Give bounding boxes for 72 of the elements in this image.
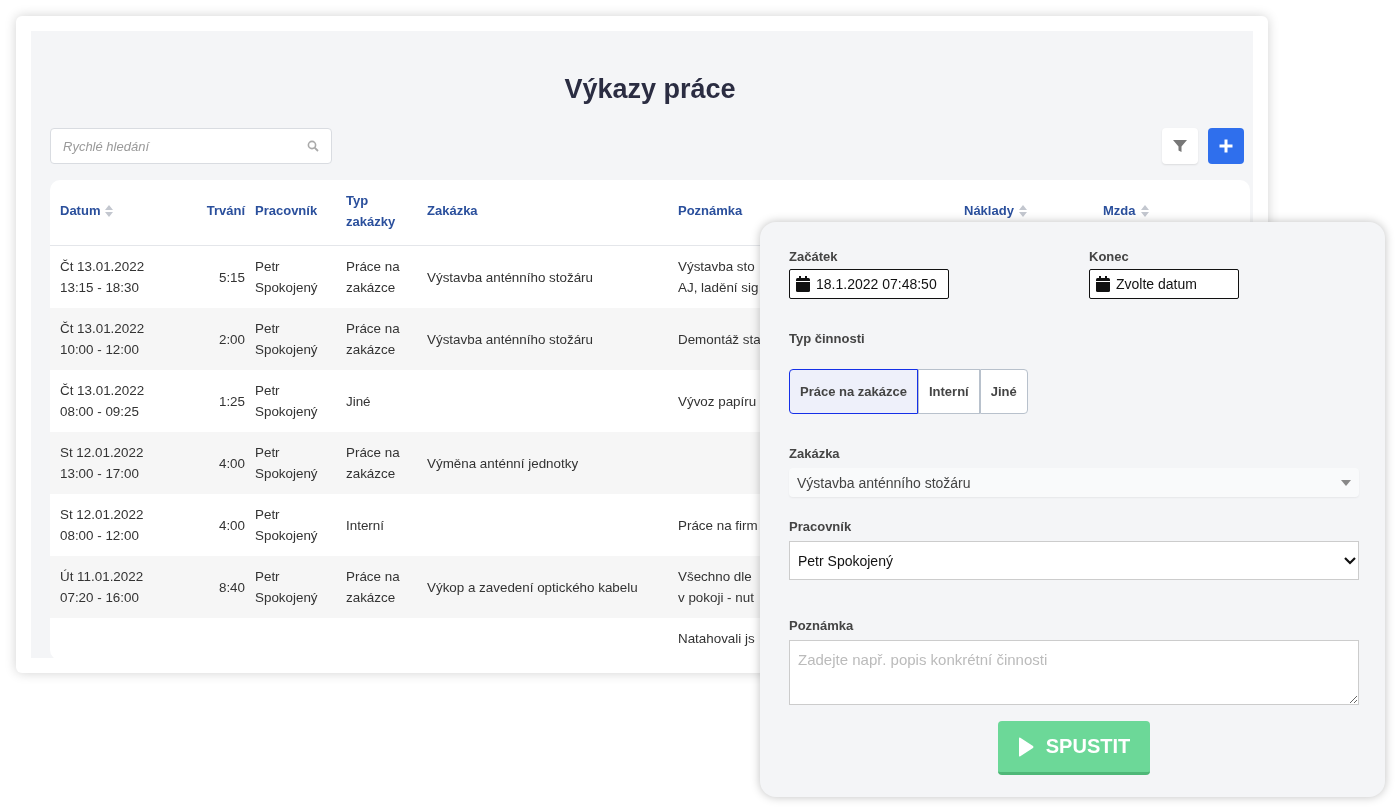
table-cell-text: Petr Spokojený — [255, 382, 318, 421]
calendar-icon — [796, 276, 810, 292]
sort-icon — [1140, 204, 1149, 217]
table-cell-text: Čt 13.01.2022 13:15 - 18:30 — [60, 258, 145, 297]
table-cell-text: Práce na zakázce — [346, 320, 400, 359]
page-title: Výkazy práce — [563, 73, 737, 106]
field-label: Pracovník — [789, 519, 852, 535]
filter-button[interactable] — [1162, 128, 1198, 164]
column-header[interactable]: Mzda — [1103, 200, 1149, 221]
table-cell-text: Čt 13.01.2022 10:00 - 12:00 — [60, 320, 145, 359]
table-cell-text: Interní — [346, 516, 384, 535]
field-label: Zakázka — [789, 446, 840, 462]
segment-button[interactable]: Práce na zakázce — [789, 369, 918, 414]
plus-icon — [1218, 138, 1234, 154]
sort-icon — [105, 204, 114, 217]
field-label: Typ činnosti — [789, 331, 865, 347]
search-icon — [307, 140, 319, 152]
column-header[interactable]: Datum — [60, 200, 114, 221]
worker-select[interactable]: Petr Spokojený — [789, 541, 1359, 580]
table-cell-text: 2:00 — [218, 330, 245, 349]
table-cell-text: Čt 13.01.2022 08:00 - 09:25 — [60, 382, 145, 421]
table-cell-text: Demontáž sta — [678, 330, 761, 349]
table-cell-text: 5:15 — [218, 268, 245, 287]
table-cell-text: Výměna anténní jednotky — [427, 454, 579, 473]
segment-button[interactable]: Jiné — [979, 369, 1028, 414]
column-header[interactable]: Zakázka — [427, 200, 478, 221]
table-cell-text: Práce na firm — [678, 516, 758, 535]
table-cell-text: Všechno dle v pokoji - nut — [678, 568, 754, 607]
table-cell-text: Petr Spokojený — [255, 568, 318, 607]
table-cell-text: Práce na zakázce — [346, 568, 400, 607]
table-cell-text: Výstavba sto AJ, ladění sig — [678, 258, 759, 297]
column-header[interactable]: Pracovník — [255, 200, 318, 221]
table-cell-text: Výstavba anténního stožáru — [427, 268, 593, 287]
search-field[interactable]: Rychlé hledání — [50, 128, 332, 164]
table-cell-text: Natahovali js — [678, 630, 755, 648]
segment-button[interactable]: Interní — [917, 369, 980, 414]
table-cell-text: Petr Spokojený — [255, 258, 318, 297]
table-cell-text: Vývoz papíru — [678, 392, 757, 411]
table-cell-text: Výkop a zavedení optického kabelu — [427, 578, 638, 597]
table-cell-text: 4:00 — [218, 516, 245, 535]
table-cell-text: Jiné — [346, 392, 371, 411]
add-button[interactable] — [1208, 128, 1244, 164]
filter-icon — [1172, 138, 1188, 154]
calendar-icon — [1096, 276, 1110, 292]
column-header[interactable]: Poznámka — [678, 200, 743, 221]
caret-icon — [1341, 479, 1351, 486]
date-field[interactable]: Zvolte datum — [1089, 269, 1239, 299]
table-cell-text: Práce na zakázce — [346, 258, 400, 297]
table-cell-text: St 12.01.2022 08:00 - 12:00 — [60, 506, 144, 545]
order-select[interactable]: Výstavba anténního stožáru — [789, 468, 1359, 497]
date-field[interactable]: 18.1.2022 07:48:50 — [789, 269, 949, 299]
note-field[interactable]: Zadejte např. popis konkrétní činnosti — [789, 640, 1359, 705]
table-cell-text: 4:00 — [218, 454, 245, 473]
field-label: Začátek — [789, 249, 838, 265]
table-cell-text: Petr Spokojený — [255, 444, 318, 483]
table-cell-text: St 12.01.2022 13:00 - 17:00 — [60, 444, 144, 483]
field-label: Poznámka — [789, 618, 854, 634]
table-cell-text: Petr Spokojený — [255, 320, 318, 359]
chevron-down-icon — [1344, 556, 1356, 565]
search-input[interactable]: Rychlé hledání — [61, 137, 307, 155]
table-cell-text: 1:25 — [218, 392, 245, 411]
table-cell-text: Práce na zakázce — [346, 444, 400, 483]
table-cell-text: Petr Spokojený — [255, 506, 318, 545]
column-header[interactable]: Typ zakázky — [346, 189, 396, 232]
column-header[interactable]: Trvání — [206, 200, 245, 221]
table-cell-text: Výstavba anténního stožáru — [427, 330, 593, 349]
field-label: Konec — [1089, 249, 1129, 265]
table-cell-text: Út 11.01.2022 07:20 - 16:00 — [60, 568, 144, 607]
sort-icon — [1018, 204, 1027, 217]
column-header[interactable]: Náklady — [964, 200, 1027, 221]
table-cell-text: 8:40 — [218, 578, 245, 597]
play-icon — [1017, 736, 1034, 757]
